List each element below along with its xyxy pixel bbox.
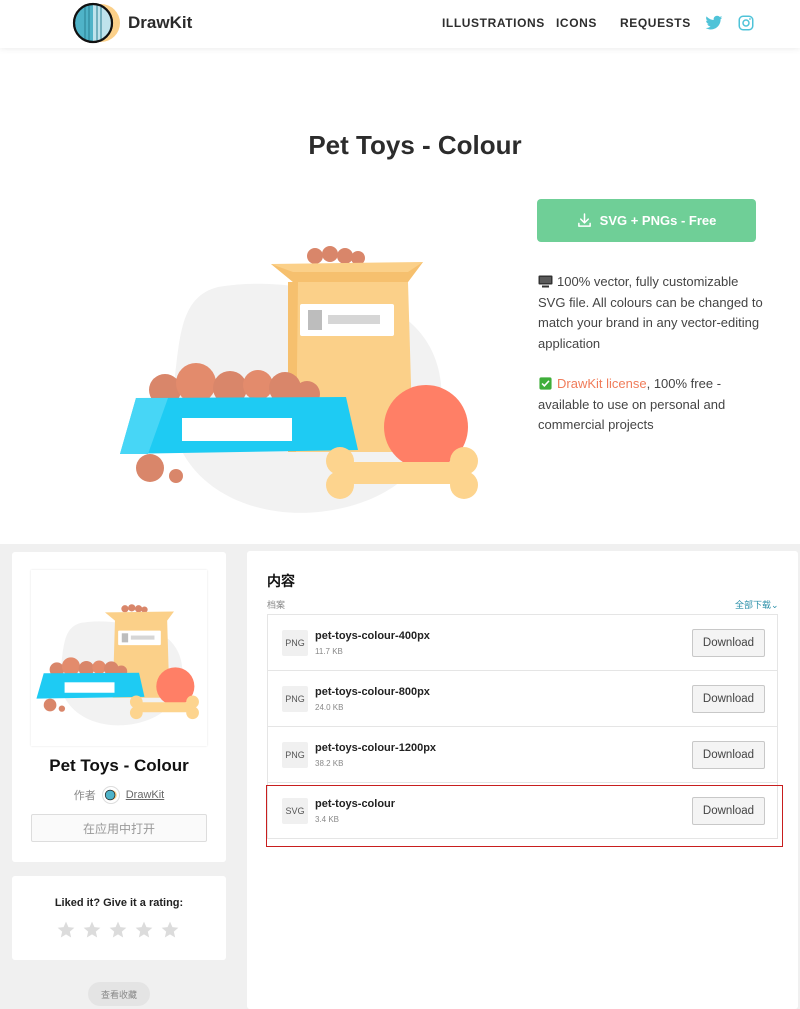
download-all-link[interactable]: 全部下载⌄ [735,598,779,611]
license-link[interactable]: DrawKit license [557,376,647,391]
file-type-badge: SVG [282,798,308,824]
instagram-icon[interactable] [737,14,755,32]
contents-title: 内容 [267,573,295,589]
author-avatar[interactable] [101,786,120,804]
file-size: 38.2 KB [315,759,344,768]
download-all-label: 全部下载 [735,600,772,610]
feature-vector-text: 100% vector, fully customizable SVG file… [538,274,763,351]
file-size: 11.7 KB [315,647,343,656]
author-prefix: 作者 [73,790,96,802]
file-name: pet-toys-colour [315,798,396,810]
checkmark-icon [539,377,552,390]
download-free-button[interactable]: SVG + PNGs - Free [537,199,756,242]
nav-illustrations[interactable]: ILLUSTRATIONS [442,16,545,30]
star-rating [56,920,180,940]
thumbnail-illustration [36,604,199,726]
file-row: PNG pet-toys-colour-1200px 38.2 KB Downl… [267,727,778,783]
file-size: 24.0 KB [315,703,344,712]
file-size: 3.4 KB [315,815,340,824]
twitter-icon[interactable] [705,14,723,32]
file-type-badge: PNG [282,630,308,656]
download-button[interactable]: Download [692,741,765,769]
nav-requests[interactable]: REQUESTS [620,16,691,30]
file-name: pet-toys-colour-1200px [315,742,437,754]
pet-toys-illustration [120,246,478,513]
star-icon[interactable] [108,920,128,940]
page-title: Pet Toys - Colour [308,130,522,160]
author-row: 作者 DrawKit [12,786,226,804]
download-free-label: SVG + PNGs - Free [599,213,717,228]
open-in-app-button[interactable]: 在应用中打开 [31,814,207,842]
nav-icons[interactable]: ICONS [556,16,597,30]
file-type-badge: PNG [282,742,308,768]
download-button[interactable]: Download [692,629,765,657]
brand-name[interactable]: DrawKit [128,13,192,33]
feature-license: DrawKit license, 100% free - available t… [538,374,763,436]
chevron-down-icon: ⌄ [771,600,779,610]
file-row: SVG pet-toys-colour 3.4 KB Download [267,783,778,839]
file-row: PNG pet-toys-colour-400px 11.7 KB Downlo… [267,615,778,671]
star-icon[interactable] [160,920,180,940]
top-header: DrawKit ILLUSTRATIONS ICONS REQUESTS [0,0,800,48]
file-name: pet-toys-colour-400px [315,630,430,642]
drawkit-logo-icon[interactable] [72,2,122,44]
item-title: Pet Toys - Colour [49,756,189,775]
file-row: PNG pet-toys-colour-800px 24.0 KB Downlo… [267,671,778,727]
rating-card [12,876,226,960]
download-button[interactable]: Download [692,797,765,825]
star-icon[interactable] [82,920,102,940]
feature-vector: 100% vector, fully customizable SVG file… [538,272,763,354]
star-icon[interactable] [134,920,154,940]
download-button[interactable]: Download [692,685,765,713]
author-link[interactable]: DrawKit [126,789,165,801]
file-type-badge: PNG [282,686,308,712]
files-label: 档案 [267,600,286,610]
star-icon[interactable] [56,920,76,940]
view-collection-button[interactable]: 查看收藏 [88,982,150,1006]
file-name: pet-toys-colour-800px [315,686,430,698]
rating-prompt: Liked it? Give it a rating: [54,897,184,909]
computer-icon [538,275,553,288]
file-list: PNG pet-toys-colour-400px 11.7 KB Downlo… [267,614,778,839]
download-icon [577,213,591,227]
thumbnail[interactable] [31,570,207,746]
